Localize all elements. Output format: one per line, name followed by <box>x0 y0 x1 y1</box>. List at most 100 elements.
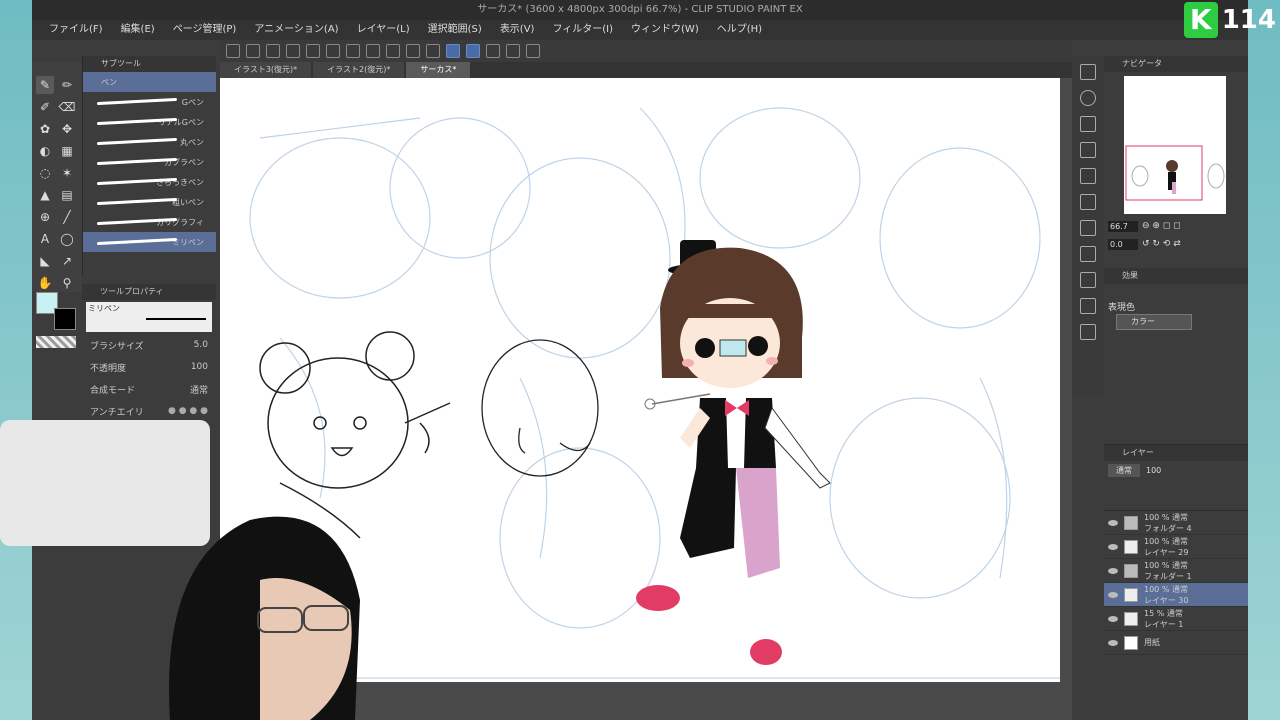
balloon-tool-icon[interactable]: ◯ <box>58 230 76 248</box>
new-icon[interactable] <box>226 44 240 58</box>
frame-tool-icon[interactable]: ▦ <box>58 142 76 160</box>
brush-item-selected[interactable]: ミリペン <box>83 232 216 252</box>
layer-blend-mode[interactable]: 通常 <box>1108 463 1140 477</box>
effect-color-dropdown[interactable]: カラー <box>1116 314 1192 330</box>
blend-mode-value[interactable]: 通常 <box>190 383 208 396</box>
operation-tool-icon[interactable]: ↗ <box>58 252 76 270</box>
search-icon[interactable] <box>1080 90 1096 106</box>
blend-mode-row[interactable]: 合成モード 通常 <box>82 378 216 400</box>
eye-icon[interactable] <box>1108 639 1118 646</box>
snap-special-icon[interactable] <box>466 44 480 58</box>
tab-document-active[interactable]: サーカス* <box>406 62 471 78</box>
layer-row[interactable]: 15 % 通常 レイヤー 1 <box>1104 607 1248 631</box>
brush-item[interactable]: 丸ペン <box>83 132 216 152</box>
auto-action-icon[interactable] <box>1080 324 1096 340</box>
rotation-controls[interactable]: ↺ ↻ ⟲ ⇄ <box>1142 239 1181 249</box>
snap-grid-icon[interactable] <box>486 44 500 58</box>
zoom-value[interactable]: 66.7 <box>1108 220 1138 232</box>
magic-wand-icon[interactable]: ✶ <box>58 164 76 182</box>
material-icon[interactable] <box>1080 116 1096 132</box>
badge-letter: K <box>1183 2 1218 38</box>
zoom-tool-icon[interactable]: ⊕ <box>36 208 54 226</box>
gradient-tool-icon[interactable]: ▤ <box>58 186 76 204</box>
layer-row[interactable]: 100 % 通常 フォルダー 4 <box>1104 511 1248 535</box>
navigator-thumbnail[interactable] <box>1124 76 1226 214</box>
crop-icon[interactable] <box>426 44 440 58</box>
new-file-icon[interactable] <box>246 44 260 58</box>
decoration-tool-icon[interactable]: ✿ <box>36 120 54 138</box>
antialias-options[interactable]: ● ● ● ● <box>168 406 208 416</box>
pen-tool-icon[interactable]: ✎ <box>36 76 54 94</box>
hand-tool-icon[interactable]: ✋ <box>36 274 54 292</box>
menu-file[interactable]: ファイル(F) <box>40 20 112 40</box>
undo-icon[interactable] <box>306 44 320 58</box>
menu-window[interactable]: ウィンドウ(W) <box>622 20 708 40</box>
timeline-icon[interactable] <box>1080 272 1096 288</box>
brush-size-value[interactable]: 5.0 <box>194 340 208 350</box>
menu-edit[interactable]: 編集(E) <box>112 20 164 40</box>
menu-view[interactable]: 表示(V) <box>491 20 544 40</box>
tab-document[interactable]: イラスト2(復元)* <box>313 62 405 78</box>
brush-item[interactable]: リアルGペン <box>83 112 216 132</box>
item-bank-icon[interactable] <box>1080 298 1096 314</box>
menu-help[interactable]: ヘルプ(H) <box>708 20 771 40</box>
eye-icon[interactable] <box>1108 519 1118 526</box>
lasso-tool-icon[interactable]: ◌ <box>36 164 54 182</box>
opacity-row[interactable]: 不透明度 100 <box>82 356 216 378</box>
eyedropper-tool-icon[interactable]: ⚲ <box>58 274 76 292</box>
sparkle-icon[interactable] <box>346 44 360 58</box>
blend-tool-icon[interactable]: ◐ <box>36 142 54 160</box>
brush-item[interactable]: カブラペン <box>83 152 216 172</box>
layer-row[interactable]: 100 % 通常 レイヤー 29 <box>1104 535 1248 559</box>
pencil-tool-icon[interactable]: ✏ <box>58 76 76 94</box>
eye-icon[interactable] <box>1108 615 1118 622</box>
transparent-swatch[interactable] <box>36 336 76 348</box>
settings-icon[interactable] <box>506 44 520 58</box>
zoom-controls[interactable]: ⊖ ⊕ ◻ ◻ <box>1142 221 1181 231</box>
menu-selection[interactable]: 選択範囲(S) <box>419 20 491 40</box>
brush-item[interactable]: カリグラフィ <box>83 212 216 232</box>
brush-size-row[interactable]: ブラシサイズ 5.0 <box>82 334 216 356</box>
transform-icon[interactable] <box>386 44 400 58</box>
redo-icon[interactable] <box>326 44 340 58</box>
fill-icon[interactable] <box>366 44 380 58</box>
image-icon[interactable] <box>1080 246 1096 262</box>
history-icon[interactable] <box>1080 194 1096 210</box>
layer-row[interactable]: 用紙 <box>1104 631 1248 655</box>
open-icon[interactable] <box>266 44 280 58</box>
opacity-value[interactable]: 100 <box>191 362 208 372</box>
eye-icon[interactable] <box>1108 567 1118 574</box>
eye-icon[interactable] <box>1108 591 1118 598</box>
close-icon[interactable] <box>1080 168 1096 184</box>
menu-layer[interactable]: レイヤー(L) <box>348 20 419 40</box>
menu-filter[interactable]: フィルター(I) <box>543 20 622 40</box>
animation-icon[interactable] <box>1080 220 1096 236</box>
help-icon[interactable] <box>526 44 540 58</box>
layer-row-selected[interactable]: 100 % 通常 レイヤー 30 <box>1104 583 1248 607</box>
ruler-tool-icon[interactable]: ◣ <box>36 252 54 270</box>
snap-ruler-icon[interactable] <box>446 44 460 58</box>
brush-item[interactable]: Gペン <box>83 92 216 112</box>
sub-view-icon[interactable] <box>1080 64 1096 80</box>
brush-tool-icon[interactable]: ✐ <box>36 98 54 116</box>
brush-item[interactable]: さらっきペン <box>83 172 216 192</box>
brush-item[interactable]: 粗いペン <box>83 192 216 212</box>
rotation-value[interactable]: 0.0 <box>1108 238 1138 250</box>
layer-property-icon[interactable] <box>1080 142 1096 158</box>
menu-page[interactable]: ページ管理(P) <box>164 20 246 40</box>
save-icon[interactable] <box>286 44 300 58</box>
eraser-tool-icon[interactable]: ⌫ <box>58 98 76 116</box>
deselect-icon[interactable] <box>406 44 420 58</box>
line-tool-icon[interactable]: ╱ <box>58 208 76 226</box>
layer-opacity[interactable]: 100 <box>1146 466 1161 475</box>
text-tool-icon[interactable]: A <box>36 230 54 248</box>
antialias-row[interactable]: アンチエイリ ● ● ● ● <box>82 400 216 422</box>
eye-icon[interactable] <box>1108 543 1118 550</box>
fill-tool-icon[interactable]: ▲ <box>36 186 54 204</box>
move-tool-icon[interactable]: ✥ <box>58 120 76 138</box>
layer-row[interactable]: 100 % 通常 フォルダー 1 <box>1104 559 1248 583</box>
menu-animation[interactable]: アニメーション(A) <box>245 20 347 40</box>
tab-document[interactable]: イラスト3(復元)* <box>220 62 312 78</box>
subtool-tab-pen[interactable]: ペン <box>83 72 216 92</box>
sub-color-swatch[interactable] <box>54 308 76 330</box>
